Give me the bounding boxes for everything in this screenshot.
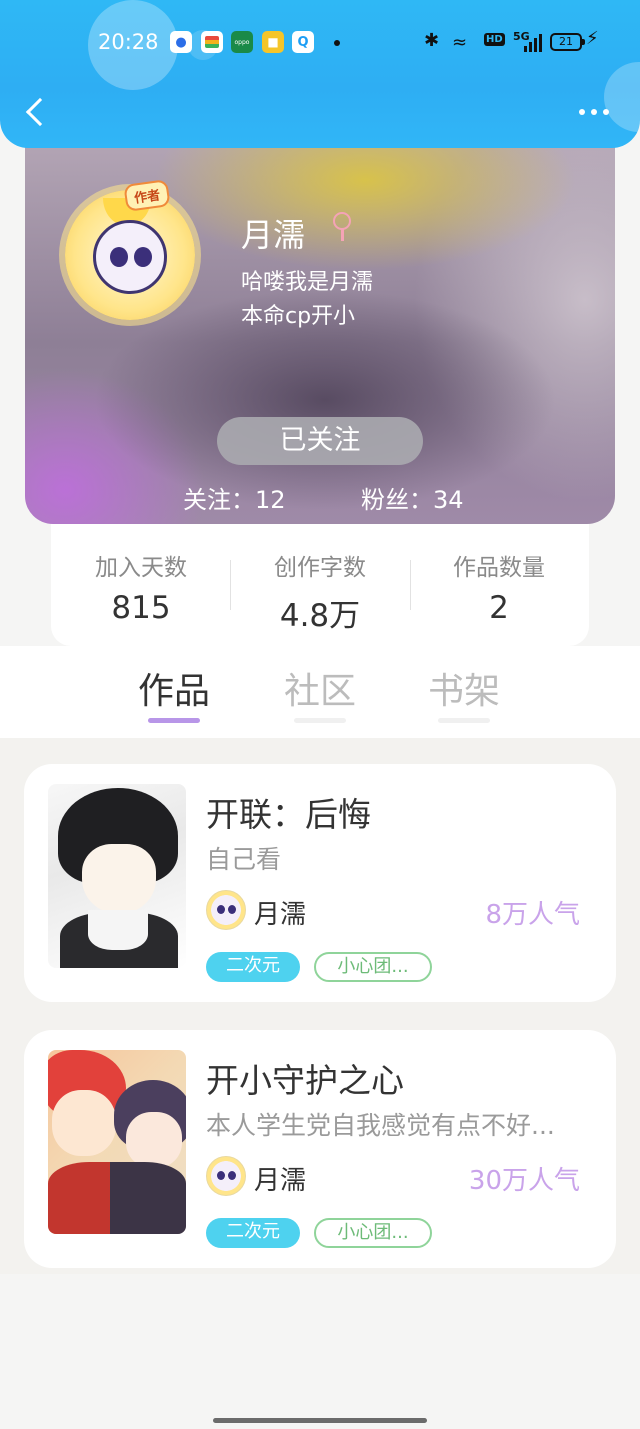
profile-name: 月濡 xyxy=(241,216,306,254)
stat-value: 2 xyxy=(489,590,509,626)
follow-counts: 关注：12 粉丝：34 xyxy=(25,480,615,515)
cover-art xyxy=(82,844,156,914)
work-description: 自己看 xyxy=(206,845,282,874)
cover-art xyxy=(126,1112,182,1168)
work-title: 开联：后悔 xyxy=(206,795,371,834)
stat-word-count: 创作字数 4.8万 xyxy=(230,548,410,635)
signal-icon xyxy=(524,34,544,52)
baidu-app-icon: ● xyxy=(170,31,192,53)
bio-line: 哈喽我是月濡 xyxy=(241,270,374,295)
back-button[interactable] xyxy=(20,94,50,134)
tab-indicator xyxy=(438,718,490,723)
notification-dot-icon xyxy=(334,40,340,46)
search-app-icon: Q xyxy=(292,31,314,53)
profile-card: 作者 月濡 哈喽我是月濡 本命cp开小 已关注 关注：12 粉丝：34 xyxy=(25,120,615,524)
cover-art xyxy=(52,1090,116,1156)
hd-icon: HD xyxy=(484,33,505,46)
stat-label: 创作字数 xyxy=(274,555,366,581)
avatar-eye xyxy=(134,247,152,267)
home-indicator[interactable] xyxy=(213,1418,427,1423)
tab-works[interactable]: 作品 xyxy=(114,662,234,714)
cover-art xyxy=(48,1162,186,1234)
avatar-face xyxy=(93,220,167,294)
profile-avatar[interactable]: 作者 xyxy=(65,179,195,320)
charging-icon: ⚡ xyxy=(586,28,599,49)
stat-works-count: 作品数量 2 xyxy=(409,548,589,626)
more-options-button[interactable] xyxy=(574,102,614,122)
battery-icon: 21 xyxy=(550,33,585,51)
author-avatar xyxy=(206,1156,246,1196)
status-time: 20:28 xyxy=(98,30,159,54)
tab-community[interactable]: 社区 xyxy=(260,662,380,714)
work-description: 本人学生党自我感觉有点不好... xyxy=(206,1111,555,1140)
author-avatar xyxy=(206,890,246,930)
wifi-icon: ≈ xyxy=(452,32,468,53)
work-author: 月濡 xyxy=(254,1166,307,1196)
top-header: 20:28 ● oppo ■ Q ✱ ≈ HD 5G 21 ⚡ xyxy=(0,0,640,148)
author-badge: 作者 xyxy=(123,179,171,212)
fans-count[interactable]: 粉丝：34 xyxy=(361,480,464,515)
more-dot-icon xyxy=(591,109,597,115)
bluetooth-icon: ✱ xyxy=(424,30,440,51)
tag-group[interactable]: 小心团... xyxy=(314,1218,432,1248)
wallet-app-icon xyxy=(201,31,223,53)
book-app-icon: ■ xyxy=(262,31,284,53)
tag-category[interactable]: 二次元 xyxy=(206,1218,300,1248)
tab-indicator-active xyxy=(148,718,200,723)
work-cover-image xyxy=(48,1050,186,1234)
stats-card: 加入天数 815 创作字数 4.8万 作品数量 2 xyxy=(51,524,589,646)
more-dot-icon xyxy=(579,109,585,115)
stat-value: 815 xyxy=(111,590,171,626)
oppo-app-icon: oppo xyxy=(231,31,253,53)
stat-label: 作品数量 xyxy=(453,555,545,581)
cover-art xyxy=(88,910,148,950)
work-popularity: 8万人气 xyxy=(485,900,580,930)
tag-group[interactable]: 小心团... xyxy=(314,952,432,982)
more-dot-icon xyxy=(603,109,609,115)
female-gender-icon xyxy=(331,212,353,246)
bio-line: 本命cp开小 xyxy=(241,304,356,329)
work-title: 开小守护之心 xyxy=(206,1061,404,1100)
work-card[interactable]: 开联：后悔 自己看 月濡 8万人气 二次元 小心团... xyxy=(24,764,616,1002)
tab-bookshelf[interactable]: 书架 xyxy=(404,662,524,714)
work-author: 月濡 xyxy=(254,900,307,930)
tab-indicator xyxy=(294,718,346,723)
stat-days-joined: 加入天数 815 xyxy=(51,548,231,626)
tab-bar: 作品 社区 书架 xyxy=(0,646,640,738)
follow-button[interactable]: 已关注 xyxy=(217,417,423,465)
status-bar: 20:28 ● oppo ■ Q ✱ ≈ HD 5G 21 ⚡ xyxy=(0,24,640,62)
stat-value: 4.8万 xyxy=(279,598,361,634)
tag-category[interactable]: 二次元 xyxy=(206,952,300,982)
work-card[interactable]: 开小守护之心 本人学生党自我感觉有点不好... 月濡 30万人气 二次元 小心团… xyxy=(24,1030,616,1268)
work-popularity: 30万人气 xyxy=(468,1166,580,1196)
profile-bio: 哈喽我是月濡 本命cp开小 xyxy=(241,266,373,334)
avatar-eye xyxy=(110,247,128,267)
stat-label: 加入天数 xyxy=(95,555,187,581)
work-cover-image xyxy=(48,784,186,968)
following-count[interactable]: 关注：12 xyxy=(183,480,286,515)
